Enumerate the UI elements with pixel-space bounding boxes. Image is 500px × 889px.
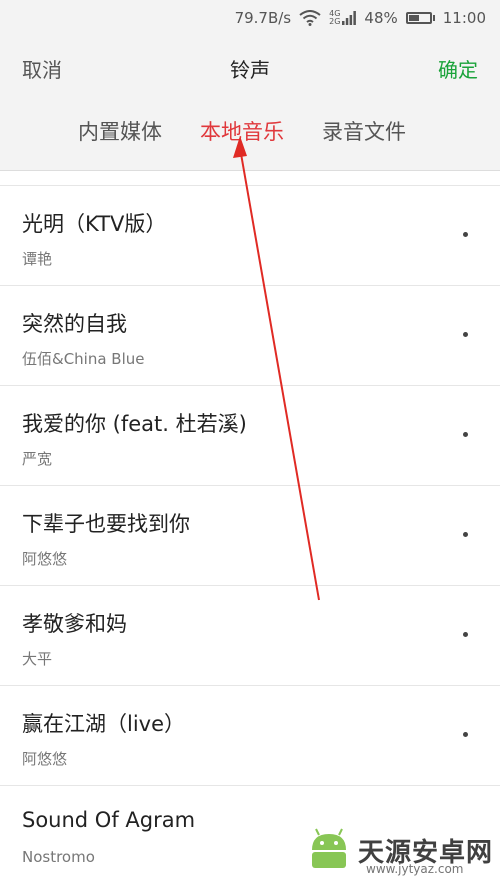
- song-title: 孝敬爹和妈: [22, 612, 127, 636]
- song-artist: 大平: [22, 650, 53, 668]
- title-bar: 取消 铃声 确定: [0, 44, 500, 92]
- battery-percent: 48%: [364, 9, 398, 27]
- song-artist: 阿悠悠: [22, 550, 68, 568]
- song-title: 光明（KTV版）: [22, 212, 167, 236]
- list-item[interactable]: 孝敬爹和妈 大平: [0, 586, 500, 686]
- more-dot-icon[interactable]: [463, 232, 468, 237]
- android-logo-icon: [312, 828, 346, 868]
- list-item[interactable]: 下辈子也要找到你 阿悠悠: [0, 486, 500, 586]
- confirm-button[interactable]: 确定: [438, 54, 478, 83]
- status-bar: 79.7B/s 4G 2G 48% 11:00: [0, 0, 500, 36]
- more-dot-icon[interactable]: [463, 532, 468, 537]
- song-title: Sound Of Agram: [22, 808, 196, 832]
- song-title: 我爱的你 (feat. 杜若溪): [22, 412, 247, 436]
- song-artist: 阿悠悠: [22, 750, 68, 768]
- more-dot-icon[interactable]: [463, 632, 468, 637]
- watermark-url: www.jytyaz.com: [366, 862, 464, 876]
- song-artist: 严宽: [22, 450, 53, 468]
- tab-recordings[interactable]: 录音文件: [322, 116, 406, 146]
- list-item[interactable]: 赢在江湖（live） 阿悠悠: [0, 686, 500, 786]
- clock: 11:00: [442, 9, 486, 27]
- song-list: 光明（KTV版） 谭艳 突然的自我 伍佰&China Blue 我爱的你 (fe…: [0, 186, 500, 886]
- song-artist: Nostromo: [22, 848, 95, 866]
- tab-builtin-media[interactable]: 内置媒体: [78, 116, 162, 146]
- song-title: 下辈子也要找到你: [22, 512, 190, 536]
- network-speed: 79.7B/s: [234, 9, 292, 27]
- song-artist: 伍佰&China Blue: [22, 350, 145, 368]
- more-dot-icon[interactable]: [463, 432, 468, 437]
- more-dot-icon[interactable]: [463, 332, 468, 337]
- song-title: 突然的自我: [22, 312, 127, 336]
- more-dot-icon[interactable]: [463, 732, 468, 737]
- source-tabs: 内置媒体 本地音乐 录音文件: [0, 116, 500, 156]
- watermark: 天源安卓网 www.jytyaz.com: [306, 828, 493, 876]
- list-item[interactable]: 我爱的你 (feat. 杜若溪) 严宽: [0, 386, 500, 486]
- song-title: 赢在江湖（live）: [22, 712, 186, 736]
- list-item[interactable]: 突然的自我 伍佰&China Blue: [0, 286, 500, 386]
- page-title: 铃声: [230, 58, 270, 82]
- signal-icon: 4G 2G: [329, 10, 357, 26]
- battery-icon: [405, 12, 435, 24]
- network-type-sub-label: 2G: [329, 17, 341, 26]
- list-item[interactable]: 光明（KTV版） 谭艳: [0, 186, 500, 286]
- tab-local-music[interactable]: 本地音乐: [200, 116, 284, 146]
- wifi-icon: [299, 10, 321, 26]
- song-artist: 谭艳: [22, 250, 53, 268]
